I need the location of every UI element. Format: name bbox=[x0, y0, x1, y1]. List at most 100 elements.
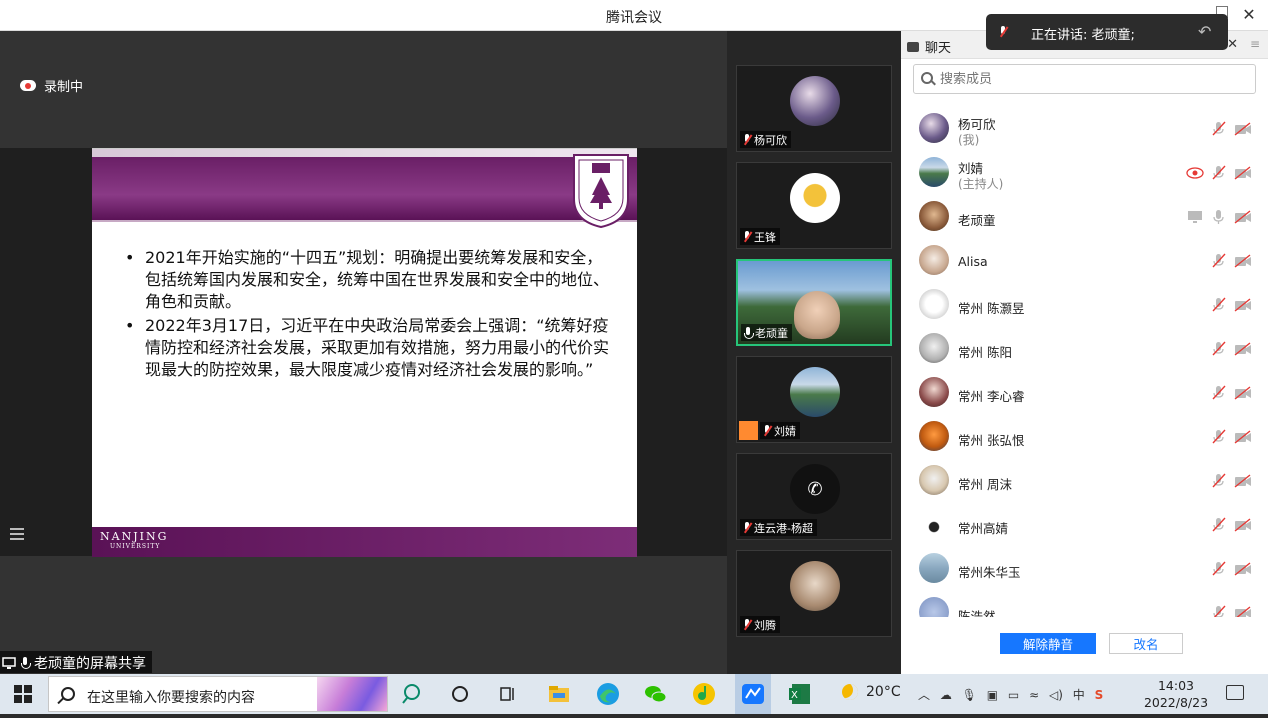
search-highlight-image bbox=[317, 677, 387, 711]
mic-muted-icon[interactable] bbox=[1210, 121, 1228, 137]
member-list: 杨可欣 (我) 刘婧 (主持人) 老顽童 Alisa 常州 陈灏昱 常州 陈阳 常州 李心睿 常州… bbox=[901, 107, 1268, 617]
mic-muted-icon[interactable] bbox=[1210, 297, 1228, 313]
member-name: 老顽童 bbox=[958, 213, 996, 228]
mic-muted-icon[interactable] bbox=[1210, 605, 1228, 617]
avatar bbox=[919, 509, 949, 539]
member-row[interactable]: 常州 陈灏昱 bbox=[901, 283, 1268, 327]
member-row[interactable]: 陈浩然 bbox=[901, 591, 1268, 617]
camera-off-icon[interactable] bbox=[1234, 165, 1252, 181]
tile-name-tag: 连云港-杨超 bbox=[740, 519, 817, 536]
mic-muted-icon[interactable] bbox=[1210, 253, 1228, 269]
taskbar-clock[interactable]: 14:03 2022/8/23 bbox=[1140, 677, 1212, 711]
member-role: (主持人) bbox=[958, 177, 1004, 191]
wechat-icon[interactable] bbox=[642, 680, 670, 708]
file-explorer-icon[interactable] bbox=[545, 680, 573, 708]
list-toggle-icon[interactable] bbox=[10, 528, 26, 542]
member-row[interactable]: 常州 周沫 bbox=[901, 459, 1268, 503]
video-tile-active[interactable]: 老顽童 bbox=[736, 259, 892, 346]
tray-meeting-icon[interactable]: ▣ bbox=[987, 688, 998, 702]
camera-off-icon[interactable] bbox=[1234, 209, 1252, 225]
tray-mic-icon[interactable]: 🎙 bbox=[962, 688, 977, 702]
video-tile[interactable]: 刘腾 bbox=[736, 550, 892, 637]
windows-start-icon[interactable] bbox=[14, 685, 32, 703]
member-name: 陈浩然 bbox=[958, 609, 996, 617]
close-window-button[interactable]: ✕ bbox=[1238, 4, 1260, 26]
member-row[interactable]: 杨可欣 (我) bbox=[901, 107, 1268, 151]
recording-indicator[interactable]: 录制中 bbox=[20, 76, 83, 95]
tray-cloud-icon[interactable]: ☁ bbox=[940, 688, 952, 702]
member-row[interactable]: 刘婧 (主持人) bbox=[901, 151, 1268, 195]
weather-widget[interactable]: 20°C bbox=[842, 684, 901, 700]
tray-volume-icon[interactable]: ◁) bbox=[1049, 688, 1063, 702]
tab-chat[interactable]: 聊天 bbox=[907, 37, 951, 56]
video-tile[interactable]: 刘婧 bbox=[736, 356, 892, 443]
mic-muted-icon bbox=[762, 424, 772, 437]
member-row[interactable]: 老顽童 bbox=[901, 195, 1268, 239]
speaking-banner: 正在讲话: 老顽童; ↶ bbox=[986, 14, 1228, 50]
clock-date: 2022/8/23 bbox=[1143, 695, 1209, 710]
mic-muted-icon bbox=[742, 133, 752, 146]
member-search-input[interactable] bbox=[913, 64, 1256, 94]
member-row[interactable]: 常州朱华玉 bbox=[901, 547, 1268, 591]
moon-icon bbox=[842, 684, 858, 700]
mic-muted-icon[interactable] bbox=[1210, 473, 1228, 489]
mic-muted-icon[interactable] bbox=[1210, 385, 1228, 401]
mic-muted-icon[interactable] bbox=[1210, 517, 1228, 533]
undo-icon[interactable]: ↶ bbox=[1198, 22, 1218, 42]
mic-muted-icon[interactable] bbox=[1210, 165, 1228, 181]
mic-muted-icon[interactable] bbox=[1210, 561, 1228, 577]
avatar bbox=[919, 201, 949, 231]
mic-muted-icon bbox=[998, 26, 1008, 42]
camera-off-icon[interactable] bbox=[1234, 605, 1252, 617]
mic-icon bbox=[20, 657, 31, 669]
member-row[interactable]: 常州 李心睿 bbox=[901, 371, 1268, 415]
camera-off-icon[interactable] bbox=[1234, 561, 1252, 577]
menu-icon[interactable]: ≡ bbox=[1250, 37, 1260, 51]
camera-off-icon[interactable] bbox=[1234, 429, 1252, 445]
mic-muted-icon[interactable] bbox=[1210, 341, 1228, 357]
member-row[interactable]: 常州高婧 bbox=[901, 503, 1268, 547]
member-row[interactable]: 常州 陈阳 bbox=[901, 327, 1268, 371]
notification-center-icon[interactable] bbox=[1226, 685, 1244, 700]
tray-chevron-icon[interactable]: ︿ bbox=[918, 688, 930, 702]
member-row[interactable]: 常州 张弘恨 bbox=[901, 415, 1268, 459]
tile-name: 连云港-杨超 bbox=[754, 521, 813, 535]
camera-off-icon[interactable] bbox=[1234, 253, 1252, 269]
unmute-button[interactable]: 解除静音 bbox=[1000, 633, 1096, 654]
excel-icon[interactable]: X bbox=[786, 680, 814, 708]
video-tile[interactable]: 王锋 bbox=[736, 162, 892, 249]
camera-off-icon[interactable] bbox=[1234, 341, 1252, 357]
music-app-icon[interactable] bbox=[690, 680, 718, 708]
camera-off-icon[interactable] bbox=[1234, 473, 1252, 489]
screen-share-label: 老顽童的屏幕共享 bbox=[0, 651, 152, 673]
edge-browser-icon[interactable] bbox=[594, 680, 622, 708]
taskbar-search-box[interactable]: 在这里输入你要搜索的内容 bbox=[48, 676, 388, 712]
video-tile[interactable]: ✆ 连云港-杨超 bbox=[736, 453, 892, 540]
sogou-ime-icon[interactable]: S bbox=[1095, 688, 1104, 702]
slide-bullet: 2022年3月17日，习近平在中央政治局常委会上强调：“统筹好疫情防控和经济社会… bbox=[125, 315, 615, 381]
slide-footer-band: NANJING UNIVERSITY bbox=[92, 527, 637, 557]
mic-muted-icon[interactable] bbox=[1210, 429, 1228, 445]
video-tile[interactable]: 杨可欣 bbox=[736, 65, 892, 152]
camera-off-icon[interactable] bbox=[1234, 517, 1252, 533]
search-icon bbox=[61, 687, 75, 701]
avatar bbox=[919, 553, 949, 583]
cortana-icon[interactable] bbox=[398, 680, 426, 708]
camera-off-icon[interactable] bbox=[1234, 121, 1252, 137]
slide-footer-subtext: UNIVERSITY bbox=[110, 543, 161, 550]
camera-off-icon[interactable] bbox=[1234, 385, 1252, 401]
tile-name: 杨可欣 bbox=[754, 133, 787, 147]
phone-icon: ✆ bbox=[790, 464, 840, 514]
tencent-meeting-taskbar-icon[interactable] bbox=[735, 674, 771, 714]
rename-button[interactable]: 改名 bbox=[1109, 633, 1183, 654]
close-panel-button[interactable]: ✕ bbox=[1227, 37, 1238, 52]
tray-battery-icon[interactable]: ▭ bbox=[1008, 688, 1019, 702]
tray-wifi-icon[interactable]: ≈ bbox=[1029, 688, 1039, 702]
cortana-circle-icon[interactable] bbox=[446, 680, 474, 708]
camera-off-icon[interactable] bbox=[1234, 297, 1252, 313]
avatar bbox=[919, 597, 949, 617]
member-row[interactable]: Alisa bbox=[901, 239, 1268, 283]
mic-icon[interactable] bbox=[1210, 209, 1228, 225]
task-view-icon[interactable] bbox=[494, 680, 522, 708]
ime-indicator[interactable]: 中 bbox=[1073, 688, 1085, 702]
